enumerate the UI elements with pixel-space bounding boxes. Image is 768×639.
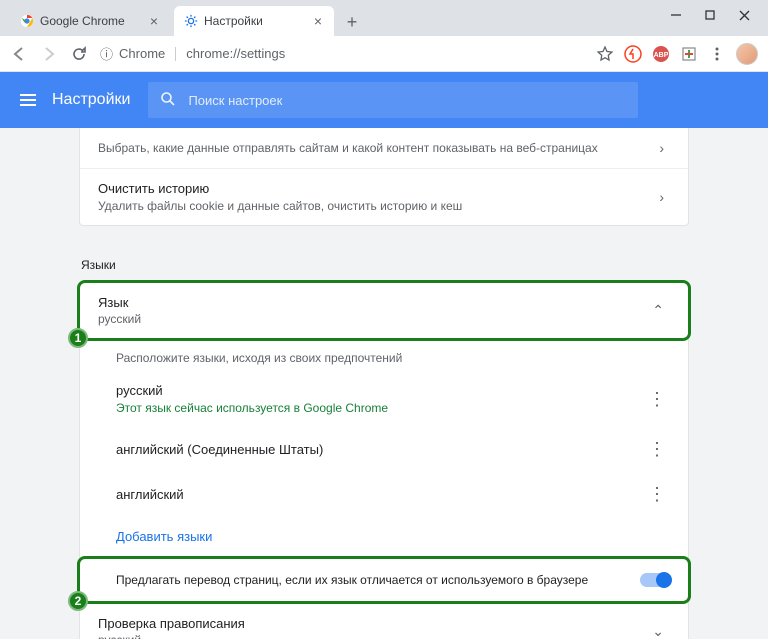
- profile-avatar[interactable]: [736, 43, 758, 65]
- kebab-menu-icon[interactable]: ⋮: [644, 439, 670, 460]
- svg-text:ABP: ABP: [654, 52, 669, 59]
- close-window-button[interactable]: [738, 9, 750, 21]
- translate-offer-row: Предлагать перевод страниц, если их язык…: [80, 559, 688, 601]
- page-title: Настройки: [52, 91, 130, 109]
- extension-icons: ABP: [596, 43, 758, 65]
- chevron-down-icon: ⌄: [646, 623, 670, 639]
- language-name: английский: [116, 487, 644, 502]
- close-tab-icon[interactable]: ×: [310, 13, 326, 29]
- row-subtitle: Удалить файлы cookie и данные сайтов, оч…: [98, 199, 653, 213]
- spellcheck-title: Проверка правописания: [98, 616, 646, 631]
- back-button[interactable]: [10, 45, 28, 63]
- address-bar: ⓘ Chrome chrome://settings ABP: [0, 36, 768, 72]
- close-tab-icon[interactable]: ×: [146, 13, 162, 29]
- tab-google-chrome[interactable]: Google Chrome ×: [10, 6, 170, 36]
- url-text: chrome://settings: [186, 46, 285, 61]
- annotation-badge-2: 2: [68, 591, 88, 611]
- language-name: русский: [116, 383, 644, 398]
- language-item-russian: русский Этот язык сейчас используется в …: [80, 371, 688, 427]
- search-icon: [160, 91, 178, 109]
- star-icon[interactable]: [596, 45, 614, 63]
- gear-icon: [184, 14, 198, 28]
- language-item-en-us: английский (Соединенные Штаты) ⋮: [80, 427, 688, 472]
- chrome-icon: [20, 14, 34, 28]
- search-input[interactable]: [188, 93, 626, 108]
- kebab-menu-icon[interactable]: ⋮: [644, 484, 670, 505]
- maximize-button[interactable]: [704, 9, 716, 21]
- add-language-link[interactable]: Добавить языки: [116, 529, 212, 544]
- menu-icon[interactable]: [708, 45, 726, 63]
- row-title: Очистить историю: [98, 181, 653, 196]
- omnibox[interactable]: ⓘ Chrome chrome://settings: [100, 44, 584, 63]
- tab-label: Настройки: [204, 14, 310, 28]
- adblock-icon[interactable]: ABP: [652, 45, 670, 63]
- info-icon: ⓘ: [100, 44, 113, 63]
- window-controls: [628, 0, 768, 30]
- privacy-card: Выбрать, какие данные отправлять сайтам …: [79, 128, 689, 226]
- languages-card: 1 Язык русский ⌃ Расположите языки, исхо…: [79, 282, 689, 639]
- chevron-right-icon: ›: [653, 189, 670, 205]
- language-expand-row[interactable]: Язык русский ⌃: [80, 283, 688, 338]
- add-language-row: Добавить языки: [80, 517, 688, 558]
- translate-toggle[interactable]: [640, 573, 670, 587]
- site-settings-row[interactable]: Выбрать, какие данные отправлять сайтам …: [80, 128, 688, 169]
- settings-search[interactable]: [148, 82, 638, 118]
- spellcheck-subtitle: русский: [98, 633, 646, 639]
- chevron-right-icon: ›: [653, 140, 670, 156]
- settings-header: Настройки: [0, 72, 768, 128]
- separator: [175, 47, 176, 61]
- annotation-badge-1: 1: [68, 328, 88, 348]
- reload-button[interactable]: [70, 45, 88, 63]
- section-languages: Языки: [79, 244, 689, 282]
- tab-settings[interactable]: Настройки ×: [174, 6, 334, 36]
- spellcheck-row[interactable]: Проверка правописания русский ⌄: [80, 601, 688, 639]
- row-subtitle: Выбрать, какие данные отправлять сайтам …: [98, 141, 653, 155]
- hamburger-icon[interactable]: [18, 90, 38, 110]
- minimize-button[interactable]: [670, 9, 682, 21]
- language-row-title: Язык: [98, 295, 646, 310]
- tab-label: Google Chrome: [40, 14, 146, 28]
- language-order-hint: Расположите языки, исходя из своих предп…: [80, 338, 688, 371]
- secure-chip: Chrome: [119, 46, 165, 61]
- language-row-subtitle: русский: [98, 312, 646, 326]
- extension-icon[interactable]: [680, 45, 698, 63]
- clear-data-row[interactable]: Очистить историю Удалить файлы cookie и …: [80, 169, 688, 225]
- new-tab-button[interactable]: +: [338, 8, 366, 36]
- language-note: Этот язык сейчас используется в Google C…: [116, 401, 644, 415]
- language-item-english: английский ⋮: [80, 472, 688, 517]
- translate-offer-label: Предлагать перевод страниц, если их язык…: [98, 573, 640, 587]
- yandex-icon[interactable]: [624, 45, 642, 63]
- chevron-up-icon: ⌃: [646, 302, 670, 319]
- forward-button[interactable]: [40, 45, 58, 63]
- language-name: английский (Соединенные Штаты): [116, 442, 644, 457]
- kebab-menu-icon[interactable]: ⋮: [644, 389, 670, 410]
